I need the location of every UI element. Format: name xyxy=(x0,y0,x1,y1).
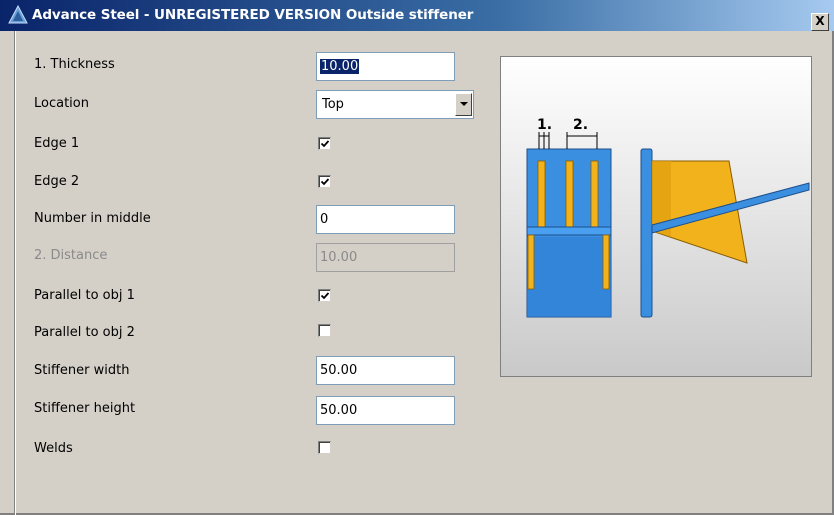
stiffener-plate xyxy=(537,160,546,230)
window-title: Advance Steel - UNREGISTERED VERSION Out… xyxy=(32,7,474,23)
thickness-value: 10.00 xyxy=(320,59,360,74)
title-bar[interactable]: Advance Steel - UNREGISTERED VERSION Out… xyxy=(0,0,834,31)
checkmark-icon xyxy=(320,292,330,300)
thickness-input[interactable]: 10.00 xyxy=(316,52,455,81)
location-value: Top xyxy=(322,97,344,112)
distance-label: 2. Distance xyxy=(34,248,108,263)
location-dropdown-button[interactable] xyxy=(455,93,472,116)
stiffener-width-label: Stiffener width xyxy=(34,363,130,378)
column-lower-shade xyxy=(527,237,611,317)
edge1-label: Edge 1 xyxy=(34,136,80,151)
edge2-checkbox[interactable] xyxy=(318,175,331,188)
edge1-checkbox[interactable] xyxy=(318,137,331,150)
number-in-middle-label: Number in middle xyxy=(34,211,151,226)
close-button[interactable]: X xyxy=(811,13,829,31)
location-select[interactable]: Top xyxy=(316,90,474,119)
checkmark-icon xyxy=(320,140,330,148)
parallel-obj2-label: Parallel to obj 2 xyxy=(34,325,135,340)
stiffener-plate xyxy=(565,160,574,230)
welds-label: Welds xyxy=(34,441,73,456)
number-in-middle-input[interactable]: 0 xyxy=(316,205,455,234)
parallel-obj2-checkbox[interactable] xyxy=(318,324,331,337)
location-label: Location xyxy=(34,96,89,111)
thickness-label: 1. Thickness xyxy=(34,57,115,72)
advance-steel-logo-icon xyxy=(8,5,28,24)
stiffener-height-label: Stiffener height xyxy=(34,401,136,416)
outside-stiffener-dialog: Advance Steel - UNREGISTERED VERSION Out… xyxy=(0,0,834,515)
vertical-column xyxy=(640,148,653,318)
lower-plate xyxy=(602,234,610,290)
dim-label-1: 1. xyxy=(537,117,552,133)
left-edge-divider xyxy=(14,31,16,515)
stiffener-plate xyxy=(590,160,599,230)
chevron-down-icon xyxy=(460,102,468,106)
distance-input: 10.00 xyxy=(316,243,455,272)
welds-checkbox[interactable] xyxy=(318,441,331,454)
stiffener-height-input[interactable]: 50.00 xyxy=(316,396,455,425)
stiffener-diagram: 1. 2. xyxy=(526,117,810,318)
lower-plate xyxy=(527,234,535,290)
stiffener-width-input[interactable]: 50.00 xyxy=(316,356,455,385)
edge2-label: Edge 2 xyxy=(34,174,80,189)
parallel-obj1-checkbox[interactable] xyxy=(318,289,331,302)
stiffener-preview: 1. 2. xyxy=(500,56,812,377)
checkmark-icon xyxy=(320,178,330,186)
column-flange xyxy=(526,226,612,236)
dim-label-2: 2. xyxy=(573,117,588,133)
parallel-obj1-label: Parallel to obj 1 xyxy=(34,288,135,303)
